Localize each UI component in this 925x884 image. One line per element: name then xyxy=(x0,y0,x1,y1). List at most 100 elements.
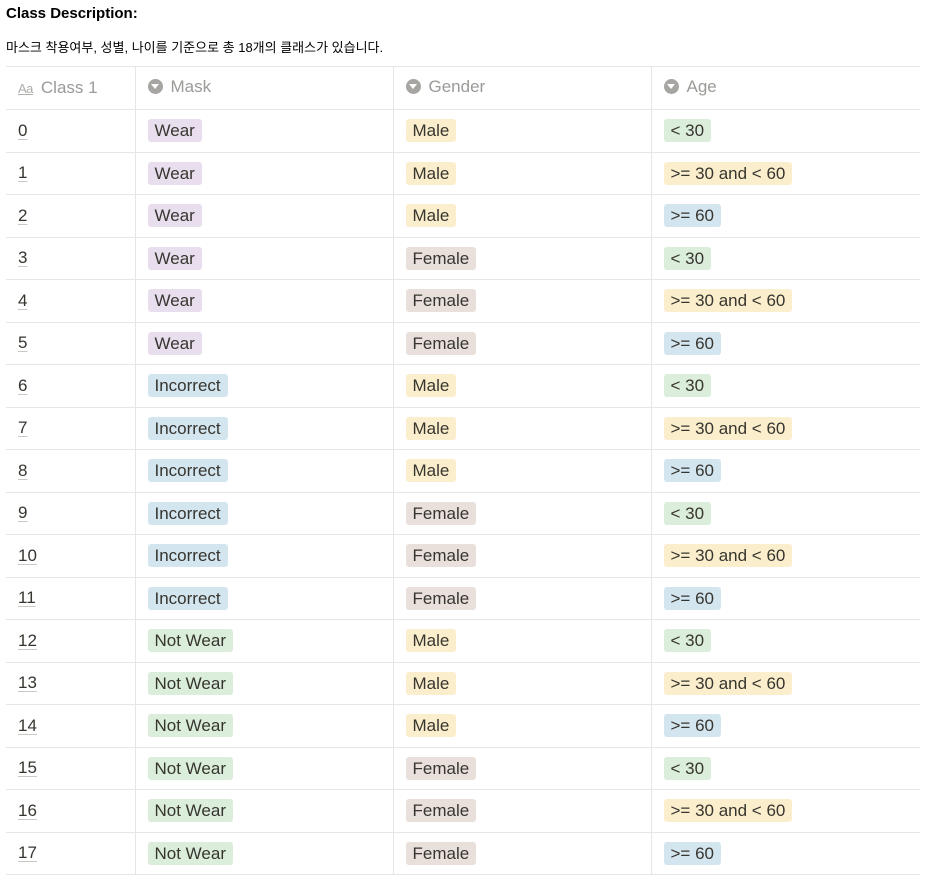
gender-cell[interactable]: Male xyxy=(392,151,651,195)
column-header-gender[interactable]: Gender xyxy=(392,66,651,110)
gender-cell[interactable]: Female xyxy=(392,321,651,365)
gender-cell[interactable]: Female xyxy=(392,576,651,620)
table-row[interactable]: 10 Incorrect Female >= 30 and < 60 xyxy=(6,534,920,578)
gender-cell[interactable]: Male xyxy=(392,406,651,450)
table-row[interactable]: 13 Not Wear Male >= 30 and < 60 xyxy=(6,661,920,705)
mask-cell[interactable]: Wear xyxy=(134,321,393,365)
class-id-cell[interactable]: 3 xyxy=(6,236,135,280)
mask-cell[interactable]: Not Wear xyxy=(134,704,393,748)
class-id[interactable]: 4 xyxy=(18,291,27,310)
mask-cell[interactable]: Wear xyxy=(134,236,393,280)
age-cell[interactable]: >= 60 xyxy=(650,704,920,748)
class-id-cell[interactable]: 12 xyxy=(6,619,135,663)
mask-cell[interactable]: Wear xyxy=(134,279,393,323)
class-id[interactable]: 5 xyxy=(18,333,27,352)
age-cell[interactable]: >= 60 xyxy=(650,194,920,238)
age-cell[interactable]: >= 60 xyxy=(650,321,920,365)
gender-cell[interactable]: Female xyxy=(392,279,651,323)
age-cell[interactable]: < 30 xyxy=(650,109,920,153)
gender-cell[interactable]: Female xyxy=(392,746,651,790)
table-row[interactable]: 14 Not Wear Male >= 60 xyxy=(6,704,920,748)
gender-cell[interactable]: Male xyxy=(392,194,651,238)
table-row[interactable]: 17 Not Wear Female >= 60 xyxy=(6,831,920,875)
table-row[interactable]: 6 Incorrect Male < 30 xyxy=(6,364,920,408)
table-row[interactable]: 9 Incorrect Female < 30 xyxy=(6,491,920,535)
column-header-class[interactable]: Aa Class 1 xyxy=(6,66,135,110)
class-id[interactable]: 2 xyxy=(18,206,27,225)
class-id[interactable]: 7 xyxy=(18,418,27,437)
gender-cell[interactable]: Male xyxy=(392,619,651,663)
class-id[interactable]: 12 xyxy=(18,631,37,650)
age-cell[interactable]: < 30 xyxy=(650,491,920,535)
table-row[interactable]: 4 Wear Female >= 30 and < 60 xyxy=(6,279,920,323)
age-cell[interactable]: >= 30 and < 60 xyxy=(650,279,920,323)
class-id-cell[interactable]: 14 xyxy=(6,704,135,748)
table-row[interactable]: 0 Wear Male < 30 xyxy=(6,109,920,153)
mask-cell[interactable]: Not Wear xyxy=(134,831,393,875)
column-header-age[interactable]: Age xyxy=(650,66,920,110)
class-id-cell[interactable]: 9 xyxy=(6,491,135,535)
class-id[interactable]: 6 xyxy=(18,376,27,395)
age-cell[interactable]: < 30 xyxy=(650,746,920,790)
table-row[interactable]: 3 Wear Female < 30 xyxy=(6,236,920,280)
table-row[interactable]: 16 Not Wear Female >= 30 and < 60 xyxy=(6,789,920,833)
class-id-cell[interactable]: 1 xyxy=(6,151,135,195)
gender-cell[interactable]: Male xyxy=(392,449,651,493)
gender-cell[interactable]: Female xyxy=(392,534,651,578)
class-id[interactable]: 10 xyxy=(18,546,37,565)
class-id-cell[interactable]: 7 xyxy=(6,406,135,450)
class-id-cell[interactable]: 13 xyxy=(6,661,135,705)
class-id-cell[interactable]: 16 xyxy=(6,789,135,833)
age-cell[interactable]: >= 30 and < 60 xyxy=(650,534,920,578)
gender-cell[interactable]: Female xyxy=(392,491,651,535)
class-id[interactable]: 1 xyxy=(18,163,27,182)
class-id-cell[interactable]: 15 xyxy=(6,746,135,790)
age-cell[interactable]: >= 60 xyxy=(650,831,920,875)
mask-cell[interactable]: Incorrect xyxy=(134,449,393,493)
class-id[interactable]: 0 xyxy=(18,121,27,140)
mask-cell[interactable]: Incorrect xyxy=(134,364,393,408)
mask-cell[interactable]: Not Wear xyxy=(134,746,393,790)
class-id-cell[interactable]: 11 xyxy=(6,576,135,620)
age-cell[interactable]: >= 30 and < 60 xyxy=(650,661,920,705)
column-header-mask[interactable]: Mask xyxy=(134,66,393,110)
mask-cell[interactable]: Wear xyxy=(134,109,393,153)
class-id[interactable]: 14 xyxy=(18,716,37,735)
gender-cell[interactable]: Male xyxy=(392,661,651,705)
class-id[interactable]: 17 xyxy=(18,843,37,862)
table-row[interactable]: 12 Not Wear Male < 30 xyxy=(6,619,920,663)
class-id-cell[interactable]: 6 xyxy=(6,364,135,408)
class-id-cell[interactable]: 2 xyxy=(6,194,135,238)
class-id-cell[interactable]: 0 xyxy=(6,109,135,153)
table-row[interactable]: 11 Incorrect Female >= 60 xyxy=(6,576,920,620)
gender-cell[interactable]: Female xyxy=(392,789,651,833)
mask-cell[interactable]: Wear xyxy=(134,151,393,195)
class-id-cell[interactable]: 4 xyxy=(6,279,135,323)
table-row[interactable]: 7 Incorrect Male >= 30 and < 60 xyxy=(6,406,920,450)
gender-cell[interactable]: Male xyxy=(392,704,651,748)
age-cell[interactable]: < 30 xyxy=(650,619,920,663)
mask-cell[interactable]: Incorrect xyxy=(134,534,393,578)
class-id[interactable]: 16 xyxy=(18,801,37,820)
age-cell[interactable]: >= 30 and < 60 xyxy=(650,789,920,833)
age-cell[interactable]: >= 60 xyxy=(650,449,920,493)
class-id[interactable]: 9 xyxy=(18,503,27,522)
age-cell[interactable]: >= 30 and < 60 xyxy=(650,151,920,195)
gender-cell[interactable]: Female xyxy=(392,236,651,280)
gender-cell[interactable]: Female xyxy=(392,831,651,875)
class-id-cell[interactable]: 10 xyxy=(6,534,135,578)
class-id[interactable]: 8 xyxy=(18,461,27,480)
class-id[interactable]: 13 xyxy=(18,673,37,692)
table-row[interactable]: 1 Wear Male >= 30 and < 60 xyxy=(6,151,920,195)
age-cell[interactable]: < 30 xyxy=(650,364,920,408)
age-cell[interactable]: >= 30 and < 60 xyxy=(650,406,920,450)
mask-cell[interactable]: Wear xyxy=(134,194,393,238)
mask-cell[interactable]: Not Wear xyxy=(134,619,393,663)
table-row[interactable]: 2 Wear Male >= 60 xyxy=(6,194,920,238)
age-cell[interactable]: >= 60 xyxy=(650,576,920,620)
mask-cell[interactable]: Not Wear xyxy=(134,789,393,833)
mask-cell[interactable]: Incorrect xyxy=(134,406,393,450)
class-id[interactable]: 11 xyxy=(18,588,36,607)
table-row[interactable]: 8 Incorrect Male >= 60 xyxy=(6,449,920,493)
table-row[interactable]: 5 Wear Female >= 60 xyxy=(6,321,920,365)
